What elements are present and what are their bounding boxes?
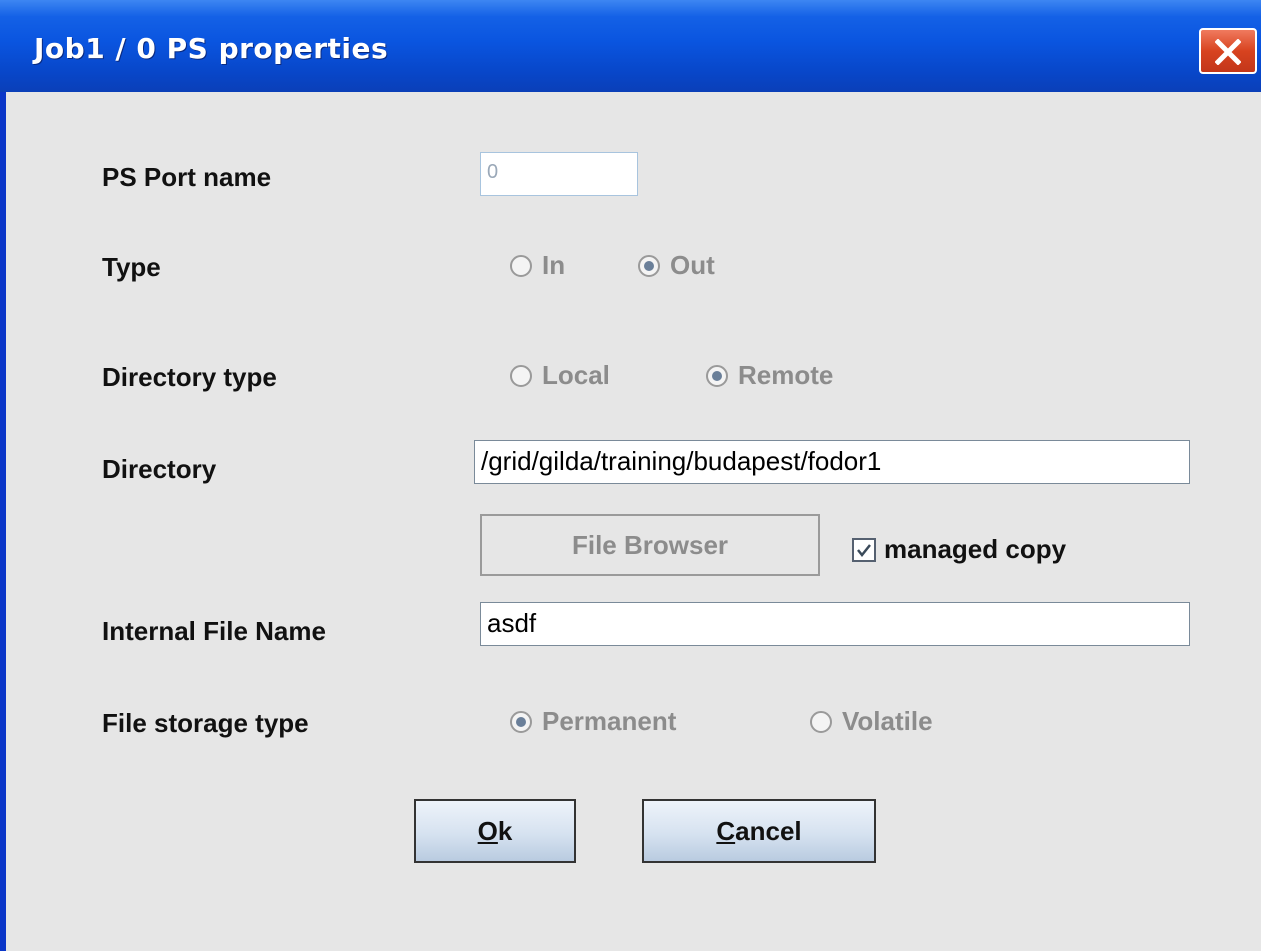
managed-copy-label: managed copy <box>884 534 1067 564</box>
storage-volatile-radio[interactable]: Volatile <box>810 706 933 737</box>
radio-checked-icon <box>706 364 728 387</box>
ok-label-rest: k <box>497 816 513 846</box>
type-in-radio[interactable]: In <box>510 250 565 281</box>
type-out-radio[interactable]: Out <box>638 250 715 281</box>
managed-copy-checkbox[interactable]: managed copy <box>852 534 1066 565</box>
ok-mnemonic: O <box>477 816 498 846</box>
directory-type-local-radio[interactable]: Local <box>510 360 610 391</box>
file-browser-button[interactable]: File Browser <box>480 514 820 576</box>
close-icon <box>1215 39 1241 65</box>
directory-type-remote-label: Remote <box>738 360 834 390</box>
cancel-mnemonic: C <box>716 816 736 846</box>
directory-field[interactable]: /grid/gilda/training/budapest/fodor1 <box>474 440 1190 484</box>
directory-type-label: Directory type <box>102 362 277 392</box>
directory-type-local-label: Local <box>542 360 610 390</box>
title-bar[interactable]: Job1 / 0 PS properties <box>0 0 1261 92</box>
internal-file-name-field[interactable]: asdf <box>480 602 1190 646</box>
checkbox-checked-icon <box>852 537 876 562</box>
directory-type-remote-radio[interactable]: Remote <box>706 360 833 391</box>
cancel-label-rest: ancel <box>735 816 802 846</box>
directory-label: Directory <box>102 454 217 484</box>
port-name-field[interactable]: 0 <box>480 152 638 196</box>
window-title: Job1 / 0 PS properties <box>34 32 389 65</box>
file-storage-type-label: File storage type <box>102 708 309 738</box>
type-in-label: In <box>542 250 566 280</box>
storage-permanent-radio[interactable]: Permanent <box>510 706 676 737</box>
radio-unchecked-icon <box>510 254 532 277</box>
storage-permanent-label: Permanent <box>542 706 677 736</box>
type-label: Type <box>102 252 161 282</box>
storage-volatile-label: Volatile <box>842 706 933 736</box>
radio-checked-icon <box>638 254 660 277</box>
type-out-label: Out <box>670 250 715 280</box>
radio-unchecked-icon <box>510 364 532 387</box>
ok-button[interactable]: Ok <box>414 799 576 863</box>
radio-unchecked-icon <box>810 710 832 733</box>
dialog-content: PS Port name 0 Type In Out Directory typ… <box>6 92 1261 951</box>
dialog-window: Job1 / 0 PS properties PS Port name 0 Ty… <box>0 0 1261 951</box>
port-name-label: PS Port name <box>102 162 272 192</box>
checkmark-icon <box>857 543 871 557</box>
close-button[interactable] <box>1199 28 1257 74</box>
radio-checked-icon <box>510 710 532 733</box>
cancel-button[interactable]: Cancel <box>642 799 876 863</box>
internal-file-name-label: Internal File Name <box>102 616 326 646</box>
